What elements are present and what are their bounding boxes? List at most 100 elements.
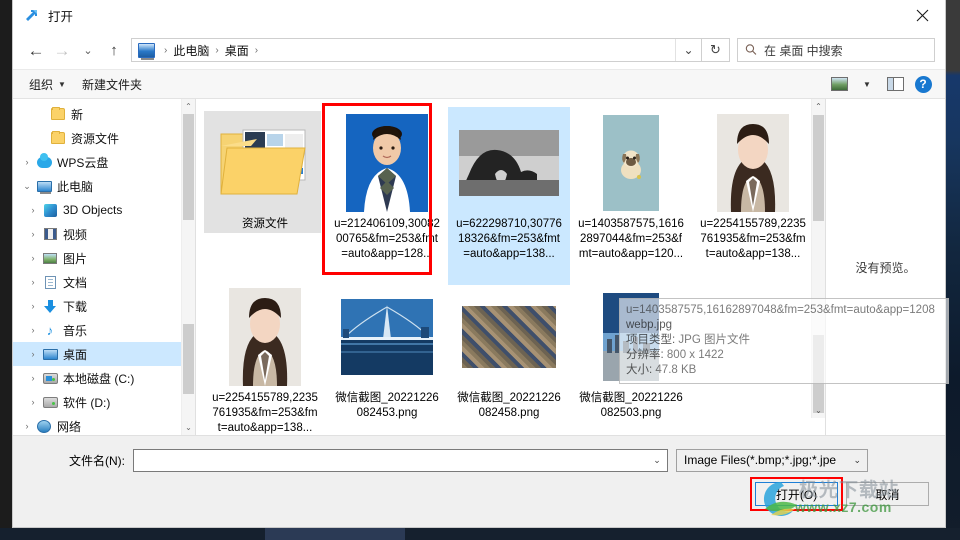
expander-icon[interactable]: ›: [25, 301, 41, 311]
expander-icon[interactable]: ›: [19, 421, 35, 431]
expander-icon[interactable]: ›: [25, 373, 41, 383]
pug-thumb: [579, 111, 683, 215]
recent-locations-icon[interactable]: ⌄: [75, 37, 101, 63]
sidebar-item-label: 此电脑: [57, 179, 94, 194]
scroll-down-icon[interactable]: ⌄: [812, 403, 825, 418]
tooltip-size-key: 大小:: [626, 364, 653, 376]
view-layout-icon[interactable]: [825, 73, 853, 95]
preview-pane-icon[interactable]: [881, 73, 909, 95]
this-pc-icon: [35, 178, 53, 194]
search-input[interactable]: 在 桌面 中搜索: [737, 38, 935, 62]
music-icon: ♪: [46, 322, 54, 338]
chevron-down-icon[interactable]: ⌄: [647, 455, 667, 466]
sidebar-item-local-disk-c[interactable]: › 本地磁盘 (C:): [13, 366, 181, 390]
filetype-select[interactable]: Image Files(*.bmp;*.jpg;*.jpe ⌄: [676, 448, 868, 472]
folder-icon: [49, 130, 67, 146]
expander-icon[interactable]: ›: [25, 229, 41, 239]
close-icon[interactable]: [900, 1, 945, 31]
organize-button[interactable]: 组织 ▼: [21, 76, 74, 93]
expander-icon[interactable]: ›: [25, 277, 41, 287]
scroll-up-icon[interactable]: ⌃: [182, 99, 195, 114]
command-toolbar: 组织 ▼ 新建文件夹 ▼ ?: [13, 69, 945, 99]
expander-icon[interactable]: ›: [25, 397, 41, 407]
filetype-value: Image Files(*.bmp;*.jpg;*.jpe: [684, 453, 837, 467]
sidebar-item-pictures[interactable]: › 图片: [13, 246, 181, 270]
scrollbar-thumb[interactable]: [813, 115, 824, 221]
filename-input[interactable]: ⌄: [133, 448, 668, 472]
back-icon[interactable]: ←: [23, 37, 49, 63]
sidebar-item-network[interactable]: › 网络: [13, 414, 181, 435]
sidebar-item-music[interactable]: › ♪ 音乐: [13, 318, 181, 342]
downloads-icon: [41, 298, 59, 314]
tooltip-resolution-value: 800 x 1422: [666, 349, 724, 361]
breadcrumb-separator: ›: [215, 44, 219, 56]
file-name: u=2254155789,2235761935&fm=253&fmt=auto&…: [212, 392, 318, 434]
expander-icon[interactable]: ›: [25, 325, 41, 335]
screen: 打开 ← → ⌄ ↑ › 此电脑 › 桌面 › ⌄ ↻ 在 桌面 中搜索 组织 …: [0, 0, 960, 540]
file-item[interactable]: u=1403587575,16162897044&fm=253&fmt=auto…: [570, 107, 692, 285]
up-icon[interactable]: ↑: [101, 37, 127, 63]
breadcrumb-separator: ›: [254, 44, 259, 56]
sidebar-item-desktop[interactable]: › 桌面: [13, 342, 181, 366]
address-bar[interactable]: › 此电脑 › 桌面 › ⌄: [131, 38, 702, 62]
file-item[interactable]: u=2254155789,2235761935&fm=253&fmt=auto&…: [204, 281, 326, 435]
sidebar-item-wps-cloud[interactable]: › WPS云盘: [13, 150, 181, 174]
expander-icon[interactable]: ›: [25, 205, 41, 215]
video-icon: [41, 226, 59, 242]
tooltip-filename-line1: u=1403587575,16162897048&fm=253&fmt=auto…: [626, 304, 935, 316]
sidebar-item-videos[interactable]: › 视频: [13, 222, 181, 246]
expander-icon[interactable]: ›: [25, 349, 41, 359]
folder-thumb: [213, 111, 317, 215]
address-dropdown-icon[interactable]: ⌄: [675, 39, 701, 61]
file-item-selected[interactable]: u=212406109,3008200765&fm=253&fmt=auto&a…: [322, 103, 448, 285]
window-title: 打开: [48, 10, 74, 24]
preview-pane: 没有预览。: [825, 99, 945, 435]
scrollbar-thumb[interactable]: [183, 324, 194, 394]
scroll-up-icon[interactable]: ⌃: [812, 99, 825, 114]
scroll-down-icon[interactable]: ⌄: [182, 420, 195, 435]
view-dropdown-icon[interactable]: ▼: [853, 73, 881, 95]
sidebar-item-resource-files[interactable]: 资源文件: [13, 126, 181, 150]
sidebar-item-label: 资源文件: [71, 131, 120, 146]
new-folder-button[interactable]: 新建文件夹: [74, 76, 150, 93]
cloud-icon: [35, 152, 53, 170]
breadcrumb-desktop[interactable]: 桌面: [224, 42, 250, 59]
bridge-thumb: [335, 285, 439, 389]
file-item[interactable]: 微信截图_20221226082458.png: [448, 281, 570, 435]
file-item[interactable]: 微信截图_20221226082453.png: [326, 281, 448, 435]
breadcrumb-this-pc[interactable]: 此电脑: [172, 42, 210, 59]
expander-icon[interactable]: ›: [19, 157, 35, 167]
sidebar-item-downloads[interactable]: › 下载: [13, 294, 181, 318]
open-button[interactable]: 打开(O): [755, 482, 838, 506]
file-name: 资源文件: [242, 218, 288, 230]
network-icon: [35, 418, 53, 434]
sidebar-item-documents[interactable]: › 文档: [13, 270, 181, 294]
sidebar-item-label: 3D Objects: [63, 203, 123, 217]
search-placeholder: 在 桌面 中搜索: [764, 43, 843, 58]
expander-icon[interactable]: ›: [25, 253, 41, 263]
expander-icon[interactable]: ⌄: [19, 181, 35, 192]
tooltip-filename-line2: webp.jpg: [626, 319, 673, 331]
sidebar-item-3d-objects[interactable]: › 3D Objects: [13, 198, 181, 222]
forward-icon[interactable]: →: [49, 37, 75, 63]
cancel-button[interactable]: 取消: [846, 482, 929, 506]
sidebar-item-this-pc[interactable]: ⌄ 此电脑: [13, 174, 181, 198]
sidebar-item-software-d[interactable]: › 软件 (D:): [13, 390, 181, 414]
help-icon[interactable]: ?: [909, 73, 937, 95]
file-grid: 资源文件 u=212406109,3008200765&fm=253&fmt=a…: [196, 99, 825, 435]
scrollbar-thumb[interactable]: [183, 114, 194, 220]
refresh-icon[interactable]: ↻: [702, 38, 730, 62]
file-name: u=212406109,3008200765&fm=253&fmt=auto&a…: [334, 218, 440, 260]
open-file-icon: [24, 8, 40, 24]
desktop-background-right: [946, 0, 960, 540]
file-item-folder[interactable]: 资源文件: [204, 107, 326, 285]
file-item[interactable]: u=2254155789,2235761935&fm=253&fmt=auto&…: [692, 107, 814, 285]
sidebar-item-new[interactable]: 新: [13, 102, 181, 126]
file-name: 微信截图_20221226082453.png: [335, 392, 439, 419]
file-list-pane: 资源文件 u=212406109,3008200765&fm=253&fmt=a…: [196, 99, 825, 435]
this-pc-icon: [138, 42, 155, 60]
dialog-footer: 文件名(N): ⌄ Image Files(*.bmp;*.jpg;*.jpe …: [13, 435, 945, 527]
sidebar-scrollbar[interactable]: ⌃ ⌄: [181, 99, 195, 435]
desktop-icon: [41, 346, 59, 362]
file-item[interactable]: u=622298710,3077618326&fm=253&fmt=auto&a…: [448, 107, 570, 285]
